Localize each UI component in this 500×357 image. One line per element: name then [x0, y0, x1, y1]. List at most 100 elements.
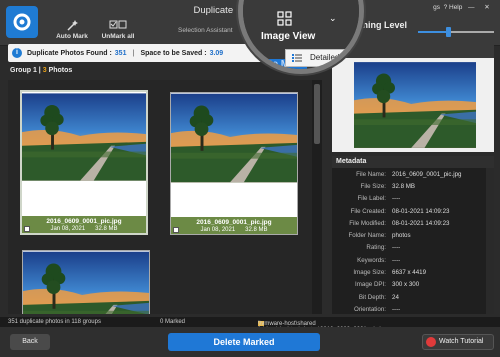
metadata-key: Image DPI: — [355, 281, 386, 289]
metadata-row: Keywords: ---- — [332, 254, 494, 266]
delete-marked-button[interactable]: Delete Marked — [168, 333, 320, 351]
metadata-key: File Size: — [360, 182, 386, 190]
metadata-panel: Metadata File Name: 2016_0609_0001_pic.jp… — [332, 156, 494, 314]
metadata-value: 32.8 MB — [392, 182, 416, 190]
metadata-key: Image Size: — [353, 269, 386, 277]
detailed-view-option[interactable]: Detailed View — [310, 53, 359, 62]
photo-thumbnail[interactable] — [23, 251, 149, 314]
duplicates-found-label: Duplicate Photos Found : — [27, 49, 112, 57]
play-icon — [426, 337, 436, 347]
metadata-row: File Label: ---- — [332, 193, 494, 205]
photo-date: Jan 08, 2021 — [200, 227, 236, 233]
slider-thumb[interactable] — [446, 27, 452, 37]
photo-filename: 2016_0609_0001_pic.jpg — [46, 218, 122, 225]
photo-card[interactable] — [22, 250, 150, 314]
list-view-icon — [292, 54, 302, 62]
metadata-key: File Label: — [357, 195, 386, 203]
thumbnail-grid: 2016_0609_0001_pic.jpg Jan 08, 2021 32.8… — [8, 80, 312, 314]
grid-view-icon — [277, 11, 292, 26]
photo-thumbnail[interactable] — [171, 93, 297, 183]
metadata-key: File Name: — [356, 170, 386, 178]
photo-caption: 2016_0609_0001_pic.jpg Jan 08, 2021 32.8… — [22, 216, 146, 233]
duplicates-found-value: 351 — [114, 49, 127, 57]
thumbnail-padding — [22, 182, 146, 216]
metadata-row: Bit Depth: 24 — [332, 291, 494, 303]
image-view-button[interactable]: Image View — [261, 31, 315, 42]
metadata-value: 2016_0609_0001_pic.jpg — [392, 170, 462, 178]
metadata-row: Rating: ---- — [332, 242, 494, 254]
metadata-row: File Created: 08-01-2021 14:09:23 — [332, 205, 494, 217]
help-menu[interactable]: ? Help — [444, 4, 463, 11]
minimize-button[interactable]: — — [464, 4, 478, 11]
magnifier-callout: ⌄ Image View Delete Mark Detailed View — [238, 0, 364, 74]
metadata-value: ---- — [392, 305, 401, 313]
group-label: Group 1 | — [10, 67, 41, 74]
auto-mark-label: Auto Mark — [56, 33, 88, 40]
watch-tutorial-button[interactable]: Watch Tutorial — [422, 334, 494, 350]
chevron-down-icon: ⌄ — [329, 13, 337, 23]
photo-checkbox[interactable] — [24, 226, 30, 232]
photo-size: 32.8 MB — [245, 227, 268, 233]
metadata-value: 24 — [392, 293, 399, 301]
close-button[interactable]: ✕ — [480, 3, 494, 11]
metadata-key: Keywords: — [357, 256, 386, 264]
group-header: Group 1 | 3 Photos — [10, 67, 72, 74]
selection-assistant-button[interactable]: Selection Assistant — [178, 27, 233, 34]
auto-mark-button[interactable]: Auto Mark — [56, 20, 88, 40]
metadata-value: photos — [392, 232, 411, 240]
photo-card[interactable]: 2016_0609_0001_pic.jpg Jan 08, 2021 32.8… — [170, 92, 298, 235]
scrollbar-thumb[interactable] — [314, 84, 320, 144]
metadata-value: ---- — [392, 195, 401, 203]
divider: | — [132, 49, 135, 57]
info-icon: i — [12, 48, 22, 58]
metadata-value: 6637 x 4419 — [392, 269, 427, 277]
metadata-key: File Created: — [350, 207, 386, 215]
photo-date: Jan 08, 2021 — [50, 226, 86, 232]
window-controls: gs ? Help — ✕ — [433, 3, 494, 11]
group-photos-label: Photos — [48, 67, 73, 74]
metadata-list: File Name: 2016_0609_0001_pic.jpg File Siz… — [332, 168, 494, 314]
photo-filename: 2016_0609_0001_pic.jpg — [196, 219, 272, 226]
metadata-header: Metadata — [332, 156, 494, 168]
metadata-key: Folder Name: — [348, 232, 386, 240]
metadata-key: Orientation: — [354, 305, 386, 313]
matching-level-slider[interactable] — [418, 27, 494, 37]
photo-checkbox[interactable] — [173, 227, 179, 233]
status-bar: 351 duplicate photos in 118 groups 0 Mar… — [0, 317, 500, 333]
unmark-all-label: UnMark all — [101, 33, 135, 40]
checkbox-icon — [109, 20, 127, 29]
view-dropdown[interactable]: Detailed View — [285, 49, 359, 67]
metadata-value: ---- — [392, 244, 401, 252]
unmark-all-button[interactable]: UnMark all — [100, 20, 136, 40]
metadata-row: Image DPI: 300 x 300 — [332, 279, 494, 291]
magnified-toolbar — [243, 0, 359, 51]
metadata-value: 08-01-2021 14:09:23 — [392, 207, 450, 215]
back-button[interactable]: Back — [10, 334, 50, 350]
photo-caption: 2016_0609_0001_pic.jpg Jan 08, 2021 32.8… — [171, 217, 297, 234]
settings-menu[interactable]: gs — [433, 4, 440, 11]
slider-fill — [418, 31, 449, 33]
grid-scrollbar[interactable] — [312, 80, 322, 314]
group-count: 3 — [42, 67, 47, 74]
metadata-row: Folder Name: photos — [332, 229, 494, 241]
metadata-row: File Size: 32.8 MB — [332, 180, 494, 192]
photo-card[interactable]: 2016_0609_0001_pic.jpg Jan 08, 2021 32.8… — [20, 90, 148, 235]
status-summary: 351 duplicate photos in 118 groups — [8, 319, 101, 325]
watch-tutorial-label: Watch Tutorial — [439, 338, 484, 345]
metadata-value: ---- — [392, 256, 401, 264]
metadata-scrollbar[interactable] — [486, 168, 494, 314]
preview-image — [354, 62, 476, 148]
metadata-value: 08-01-2021 14:09:23 — [392, 219, 450, 227]
photo-thumbnail[interactable] — [22, 92, 146, 182]
metadata-key: Rating: — [366, 244, 386, 252]
space-saved-value: 3.09 — [209, 49, 224, 57]
bottom-bar: Back Delete Marked Watch Tutorial — [0, 327, 500, 357]
metadata-row: File Name: 2016_0609_0001_pic.jpg — [332, 168, 494, 180]
metadata-value: 300 x 300 — [392, 281, 420, 289]
metadata-key: File Modified: — [349, 219, 386, 227]
photo-size: 32.8 MB — [95, 226, 118, 232]
thumbnail-padding — [171, 183, 297, 217]
metadata-row: Image Size: 6637 x 4419 — [332, 266, 494, 278]
magic-wand-icon — [67, 20, 78, 31]
space-saved-label: Space to be Saved : — [140, 49, 207, 57]
